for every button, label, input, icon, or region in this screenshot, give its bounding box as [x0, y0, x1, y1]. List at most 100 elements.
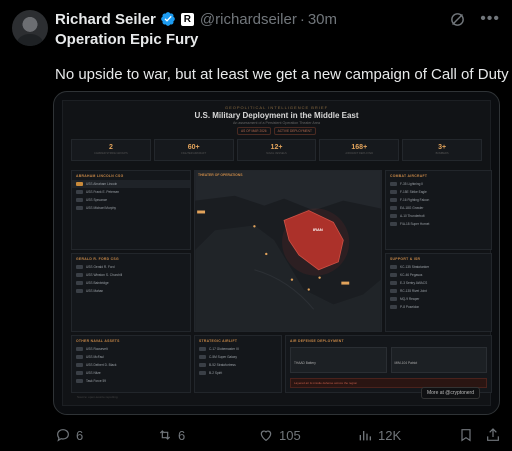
ship-icon	[76, 371, 83, 375]
bookmark-button[interactable]	[458, 427, 474, 443]
list-item: KC-135 Stratotanker	[386, 263, 491, 271]
author-name[interactable]: Richard Seiler	[55, 11, 156, 28]
list-item-label: USS Roosevelt	[86, 347, 108, 351]
more-options-icon[interactable]: •••	[480, 10, 500, 28]
panel-support: SUPPORT & ISR KC-135 Stratotanker KC-46 …	[385, 253, 492, 332]
list-item-label: USS Delbert D. Black	[86, 363, 117, 367]
panel-title: SUPPORT & ISR	[390, 257, 421, 261]
aircraft-icon	[390, 190, 397, 194]
views-chart-icon	[359, 431, 371, 441]
share-button[interactable]	[485, 427, 501, 443]
list-item-label: USS Michael Murphy	[86, 206, 116, 210]
stat-value: 60+	[187, 144, 200, 151]
stat-value: 168+	[351, 144, 368, 151]
ship-icon	[76, 273, 83, 277]
list-item-label: USS Nitze	[86, 371, 101, 375]
infographic-subtitle: An assessment of a Persistent Operation …	[232, 121, 321, 125]
list-item-label: MQ-9 Reaper	[400, 297, 420, 301]
panel-strategic: STRATEGIC AIRLIFT C-17 Globemaster III C…	[194, 335, 282, 393]
infographic-title: U.S. Military Deployment in the Middle E…	[194, 111, 359, 120]
list-item: USS Nitze	[72, 369, 190, 377]
list-item-label: Task Force 59	[86, 379, 107, 383]
avatar[interactable]	[12, 10, 48, 46]
list-item-label: F-16 Fighting Falcon	[400, 198, 430, 202]
air-defense-items: THAAD Battery MIM-104 Patriot	[286, 345, 491, 375]
aircraft-icon	[390, 289, 397, 293]
affiliation-badge-icon[interactable]: R	[180, 12, 194, 26]
more-at-button[interactable]: More at @cryptonerd	[420, 387, 480, 399]
list-item: USS Delbert D. Black	[72, 361, 190, 369]
list-item-label: E-3 Sentry AWACS	[400, 281, 428, 285]
list-item-label: KC-135 Stratotanker	[400, 265, 430, 269]
list-item: USS Michael Murphy	[72, 204, 190, 212]
list-item: B-2 Spirit	[195, 369, 281, 377]
views-button[interactable]: 12K	[357, 427, 401, 443]
list-item: USS Gerald R. Ford	[72, 263, 190, 271]
aircraft-icon	[199, 347, 206, 351]
tweet-media-image[interactable]: GEOPOLITICAL INTELLIGENCE BRIEF U.S. Mil…	[53, 91, 500, 415]
like-button[interactable]: 105	[258, 427, 301, 443]
ship-icon	[76, 265, 83, 269]
reply-count: 6	[76, 427, 84, 443]
theater-map: IRAN THEATER OF OPERATIONS	[194, 170, 382, 332]
air-defense-item: THAAD Battery	[294, 361, 316, 365]
share-icon	[487, 428, 499, 441]
panel-title: THEATER OF OPERATIONS	[198, 173, 243, 177]
list-item: EA-18G Growler	[386, 204, 491, 212]
aircraft-icon	[390, 265, 397, 269]
stat-card: 3+ BOMBERS	[402, 139, 482, 161]
aircraft-icon	[390, 214, 397, 218]
aircraft-icon	[199, 371, 206, 375]
panel-combat: COMBAT AIRCRAFT F-35 Lightning II F-15E …	[385, 170, 492, 250]
pill: AS OF MAR 2026	[237, 127, 271, 135]
repost-count: 6	[178, 427, 186, 443]
views-count: 12K	[378, 427, 402, 443]
list-item: USS Roosevelt	[72, 345, 190, 353]
infographic-sup-title: GEOPOLITICAL INTELLIGENCE BRIEF	[224, 105, 329, 110]
aircraft-icon	[199, 363, 206, 367]
aircraft-icon	[390, 297, 397, 301]
aircraft-icon	[390, 198, 397, 202]
reply-button[interactable]: 6	[55, 427, 83, 443]
tweet-title: Operation Epic Fury	[55, 31, 199, 48]
infographic-pills: AS OF MAR 2026 ACTIVE DEPLOYMENT	[63, 127, 490, 135]
ship-icon	[76, 379, 83, 383]
repost-button[interactable]: 6	[157, 427, 185, 443]
list-item: USS McFaul	[72, 353, 190, 361]
list-item-label: C-17 Globemaster III	[209, 347, 239, 351]
ship-icon	[76, 289, 83, 293]
list-item: F-15E Strike Eagle	[386, 188, 491, 196]
list-item-label: USS Bainbridge	[86, 281, 109, 285]
stats-row: 2 CARRIER STRIKE GROUPS 60+ FIGHTER AIRCRA…	[71, 139, 482, 161]
ship-icon	[76, 190, 83, 194]
list-item-label: B-2 Spirit	[209, 371, 223, 375]
list-item: Task Force 59	[72, 377, 190, 385]
panel-title: GERALD R. FORD CSG	[76, 257, 119, 261]
list-item-label: EA-18G Growler	[400, 206, 424, 210]
list-item: USS Mahan	[72, 287, 190, 295]
list-item: P-8 Poseidon	[386, 303, 491, 311]
stat-label: NAVAL VESSELS	[266, 152, 287, 155]
aircraft-icon	[390, 273, 397, 277]
author-handle[interactable]: @richardseiler	[200, 11, 297, 28]
list-item-label: F/A-18 Super Hornet	[400, 222, 430, 226]
stat-label: BOMBERS	[435, 152, 449, 155]
list-item-label: USS Gerald R. Ford	[86, 265, 115, 269]
list-item: USS Frank E. Petersen	[72, 188, 190, 196]
stat-card: 2 CARRIER STRIKE GROUPS	[71, 139, 151, 161]
ship-icon	[76, 355, 83, 359]
heart-icon	[260, 430, 272, 442]
ship-icon	[76, 363, 83, 367]
list-item-label: USS Mahan	[86, 289, 104, 293]
list-item-label: F-35 Lightning II	[400, 182, 424, 186]
grok-icon[interactable]	[449, 11, 466, 28]
ship-icon	[76, 182, 83, 186]
timestamp[interactable]: 30m	[308, 11, 337, 28]
ship-icon	[76, 347, 83, 351]
list-item: F-35 Lightning II	[386, 180, 491, 188]
stat-value: 2	[108, 144, 113, 151]
air-defense-card: MIM-104 Patriot	[390, 347, 487, 373]
list-item-label: USS McFaul	[86, 355, 104, 359]
list-item-label: RC-135 Rivet Joint	[400, 289, 427, 293]
list-item: C-17 Globemaster III	[195, 345, 281, 353]
